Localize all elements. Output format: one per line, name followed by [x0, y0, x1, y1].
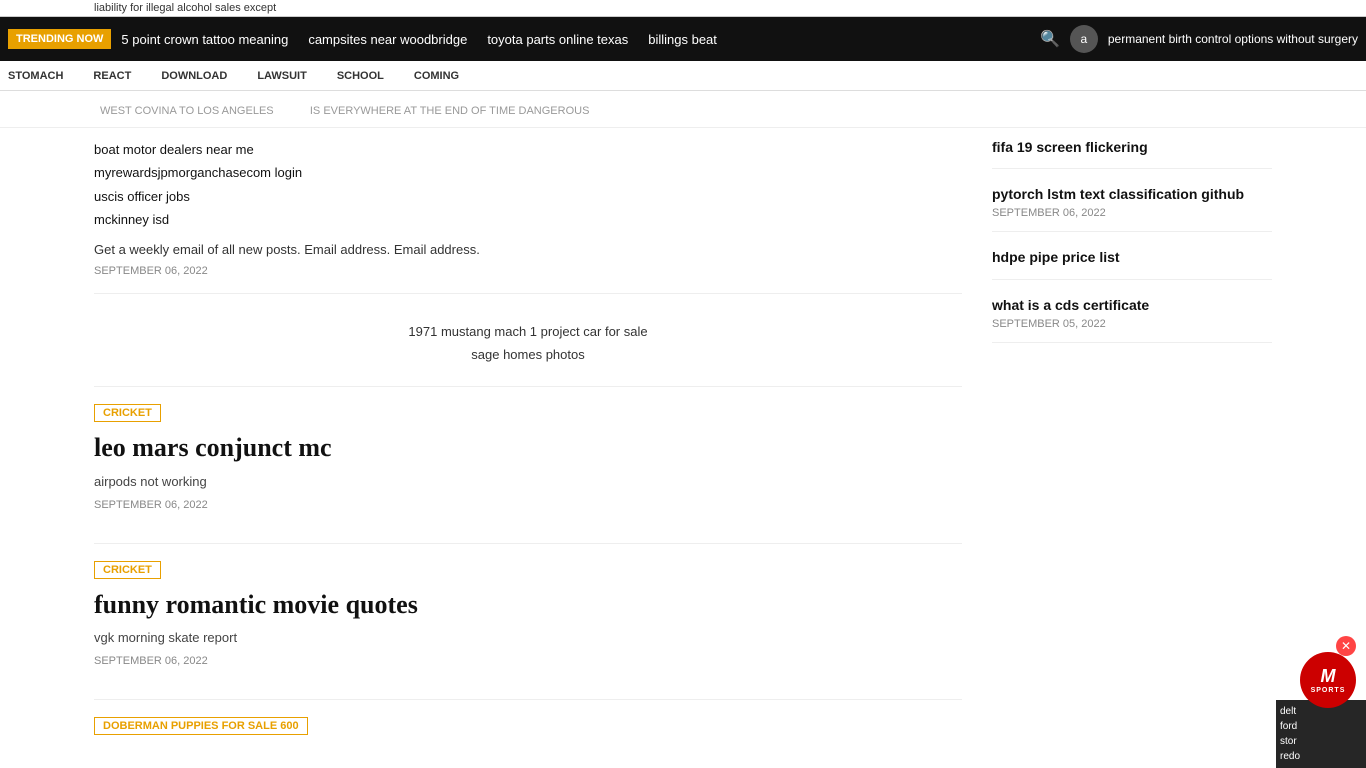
sidebar-float-item-4[interactable]: redo: [1280, 749, 1362, 764]
left-column: boat motor dealers near me myrewardsjpmo…: [94, 138, 962, 761]
date-1: SEPTEMBER 06, 2022: [94, 265, 962, 277]
right-item-4: what is a cds certificate SEPTEMBER 05, …: [992, 296, 1272, 343]
article-subtitle-1: airpods not working: [94, 474, 962, 489]
nav-link-3[interactable]: toyota parts online texas: [487, 32, 628, 47]
breadcrumb-separator: [289, 105, 295, 117]
nav-links: 5 point crown tattoo meaning campsites n…: [121, 32, 1040, 47]
nav-promo-text: permanent birth control options without …: [1108, 32, 1358, 46]
article-date-2: SEPTEMBER 06, 2022: [94, 655, 962, 667]
top-ticker: liability for illegal alcohol sales exce…: [0, 0, 1366, 17]
category-badge-1[interactable]: CRICKET: [94, 404, 161, 422]
nav-link-2[interactable]: campsites near woodbridge: [308, 32, 467, 47]
article-card-3: DOBERMAN PUPPIES FOR SALE 600: [94, 699, 962, 761]
right-column: fifa 19 screen flickering pytorch lstm t…: [992, 138, 1272, 761]
second-bar-link-3[interactable]: DOWNLOAD: [161, 70, 227, 82]
trending-label: TRENDING NOW: [8, 29, 111, 49]
breadcrumb-part1[interactable]: WEST COVINA TO LOS ANGELES: [100, 105, 274, 117]
top-nav: TRENDING NOW 5 point crown tattoo meanin…: [0, 17, 1366, 61]
second-bar-link-6[interactable]: COMING: [414, 70, 459, 82]
left-link-1[interactable]: boat motor dealers near me: [94, 138, 962, 161]
category-badge-3[interactable]: DOBERMAN PUPPIES FOR SALE 600: [94, 717, 308, 735]
left-link-2[interactable]: myrewardsjpmorganchasecom login: [94, 161, 962, 184]
right-title-2[interactable]: pytorch lstm text classification github: [992, 185, 1272, 203]
main-content: boat motor dealers near me myrewardsjpmo…: [0, 138, 1366, 761]
left-link-3[interactable]: uscis officer jobs: [94, 185, 962, 208]
second-bar: STOMACH REACT DOWNLOAD LAWSUIT SCHOOL CO…: [0, 61, 1366, 91]
floating-sports-badge[interactable]: M SPORTS: [1300, 652, 1356, 708]
right-title-4[interactable]: what is a cds certificate: [992, 296, 1272, 314]
left-link-4[interactable]: mckinney isd: [94, 208, 962, 231]
nav-link-1[interactable]: 5 point crown tattoo meaning: [121, 32, 288, 47]
nav-right: 🔍 a permanent birth control options with…: [1040, 25, 1358, 53]
article-card-2: CRICKET funny romantic movie quotes vgk …: [94, 543, 962, 699]
article-card-1: CRICKET leo mars conjunct mc airpods not…: [94, 386, 962, 542]
email-sub-text: Get a weekly email of all new posts. Ema…: [94, 242, 962, 257]
badge-letter: M: [1321, 666, 1336, 687]
sidebar-float-item-2[interactable]: ford: [1280, 719, 1362, 734]
right-title-1[interactable]: fifa 19 screen flickering: [992, 138, 1272, 156]
breadcrumb-suffix: IS EVERYWHERE AT THE END OF TIME DANGERO…: [310, 105, 590, 117]
badge-label: SPORTS: [1311, 687, 1346, 694]
right-item-2: pytorch lstm text classification github …: [992, 185, 1272, 232]
article-subtitle-2: vgk morning skate report: [94, 630, 962, 645]
second-bar-link-4[interactable]: LAWSUIT: [257, 70, 307, 82]
avatar[interactable]: a: [1070, 25, 1098, 53]
right-date-2: SEPTEMBER 06, 2022: [992, 207, 1272, 219]
center-promo: 1971 mustang mach 1 project car for sale…: [94, 310, 962, 387]
center-link-2[interactable]: sage homes photos: [94, 343, 962, 366]
right-title-3[interactable]: hdpe pipe price list: [992, 248, 1272, 266]
second-bar-link-5[interactable]: SCHOOL: [337, 70, 384, 82]
sidebar-float-item-3[interactable]: stor: [1280, 734, 1362, 749]
right-item-1: fifa 19 screen flickering: [992, 138, 1272, 169]
right-date-4: SEPTEMBER 05, 2022: [992, 318, 1272, 330]
nav-link-4[interactable]: billings beat: [648, 32, 717, 47]
close-floating-button[interactable]: ✕: [1336, 636, 1356, 656]
center-link-1[interactable]: 1971 mustang mach 1 project car for sale: [94, 320, 962, 343]
search-button[interactable]: 🔍: [1040, 29, 1060, 49]
ticker-text: liability for illegal alcohol sales exce…: [94, 2, 276, 14]
article-date-1: SEPTEMBER 06, 2022: [94, 499, 962, 511]
right-item-3: hdpe pipe price list: [992, 248, 1272, 279]
category-badge-2[interactable]: CRICKET: [94, 561, 161, 579]
sidebar-float: delt ford stor redo: [1276, 700, 1366, 768]
breadcrumb-text: WEST COVINA TO LOS ANGELES IS EVERYWHERE…: [94, 105, 595, 117]
second-bar-link-2[interactable]: REACT: [93, 70, 131, 82]
article-title-2[interactable]: funny romantic movie quotes: [94, 589, 962, 620]
article-title-1[interactable]: leo mars conjunct mc: [94, 432, 962, 463]
second-bar-link-1[interactable]: STOMACH: [8, 70, 63, 82]
breadcrumb: WEST COVINA TO LOS ANGELES IS EVERYWHERE…: [0, 91, 1366, 128]
link-list: boat motor dealers near me myrewardsjpmo…: [94, 138, 962, 232]
divider-1: [94, 293, 962, 294]
